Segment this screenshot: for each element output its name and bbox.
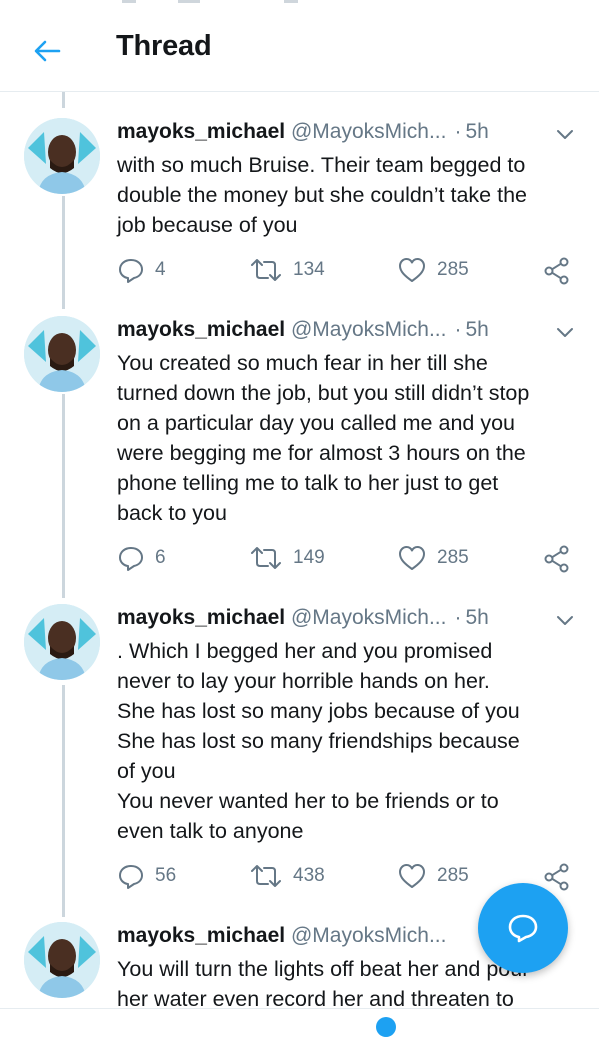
- share-icon[interactable]: [543, 863, 571, 891]
- reply-count: 56: [155, 865, 177, 886]
- avatar[interactable]: [24, 118, 100, 194]
- page-title: Thread: [116, 30, 212, 62]
- tweet-header: mayoks_michael @MayoksMich... · 5h: [117, 318, 577, 348]
- display-name[interactable]: mayoks_michael: [117, 606, 285, 629]
- heart-icon: [399, 258, 425, 282]
- reply-button[interactable]: 56: [117, 861, 176, 891]
- like-count: 285: [437, 865, 469, 886]
- thread-line: [62, 92, 65, 108]
- retweet-button[interactable]: 134: [249, 255, 325, 285]
- user-handle[interactable]: @MayoksMich...: [291, 120, 447, 143]
- heart-icon: [399, 864, 425, 888]
- avatar[interactable]: [24, 922, 100, 998]
- arrow-left-icon: [34, 40, 61, 62]
- reply-icon: [119, 865, 143, 889]
- reply-icon: [119, 259, 143, 283]
- heart-icon: [399, 546, 425, 570]
- notification-dot[interactable]: [376, 1017, 396, 1037]
- retweet-button[interactable]: 438: [249, 861, 325, 891]
- retweet-icon: [251, 865, 281, 887]
- share-icon[interactable]: [543, 545, 571, 573]
- tweet-actions: 4 134 285: [117, 255, 577, 285]
- retweet-count: 149: [293, 547, 325, 568]
- tweet-text: You created so much fear in her till she…: [117, 351, 530, 525]
- retweet-icon: [251, 547, 281, 569]
- reply-count: 4: [155, 259, 166, 280]
- tweet-header: mayoks_michael @MayoksMich... · 5h: [117, 606, 577, 636]
- tweet-text: with so much Bruise. Their team begged t…: [117, 153, 527, 237]
- chevron-down-icon[interactable]: [553, 320, 577, 344]
- display-name[interactable]: mayoks_michael: [117, 318, 285, 341]
- back-button[interactable]: [30, 34, 64, 68]
- bottom-nav-bar: [0, 1008, 599, 1025]
- separator: ·: [454, 120, 462, 143]
- chevron-down-icon[interactable]: [553, 122, 577, 146]
- reply-button[interactable]: 4: [117, 255, 166, 285]
- thread-line: [62, 394, 65, 598]
- like-button[interactable]: 285: [397, 255, 469, 285]
- reply-count: 6: [155, 547, 166, 568]
- separator: ·: [454, 318, 462, 341]
- share-icon[interactable]: [543, 257, 571, 285]
- tweet-header: mayoks_michael @MayoksMich... · 5h: [117, 120, 577, 150]
- user-handle[interactable]: @MayoksMich...: [291, 318, 447, 341]
- user-handle[interactable]: @MayoksMich...: [291, 924, 447, 947]
- compose-message-button[interactable]: [478, 883, 568, 973]
- user-handle[interactable]: @MayoksMich...: [291, 606, 447, 629]
- tweet-actions: 6 149 285: [117, 543, 577, 573]
- avatar[interactable]: [24, 316, 100, 392]
- message-bubble-icon: [508, 914, 538, 943]
- retweet-button[interactable]: 149: [249, 543, 325, 573]
- like-count: 285: [437, 547, 469, 568]
- avatar[interactable]: [24, 604, 100, 680]
- timestamp: 5h: [465, 120, 489, 143]
- display-name[interactable]: mayoks_michael: [117, 924, 285, 947]
- display-name[interactable]: mayoks_michael: [117, 120, 285, 143]
- like-button[interactable]: 285: [397, 861, 469, 891]
- separator: ·: [454, 606, 462, 629]
- retweet-icon: [251, 259, 281, 281]
- reply-button[interactable]: 6: [117, 543, 166, 573]
- thread-line: [62, 196, 65, 309]
- tweet-text: . Which I begged her and you promised ne…: [117, 639, 520, 843]
- timestamp: 5h: [465, 318, 489, 341]
- like-button[interactable]: 285: [397, 543, 469, 573]
- like-count: 285: [437, 259, 469, 280]
- thread-line: [62, 685, 65, 917]
- app-header: Thread: [0, 0, 599, 92]
- retweet-count: 134: [293, 259, 325, 280]
- reply-icon: [119, 547, 143, 571]
- retweet-count: 438: [293, 865, 325, 886]
- chevron-down-icon[interactable]: [553, 608, 577, 632]
- timestamp: 5h: [465, 606, 489, 629]
